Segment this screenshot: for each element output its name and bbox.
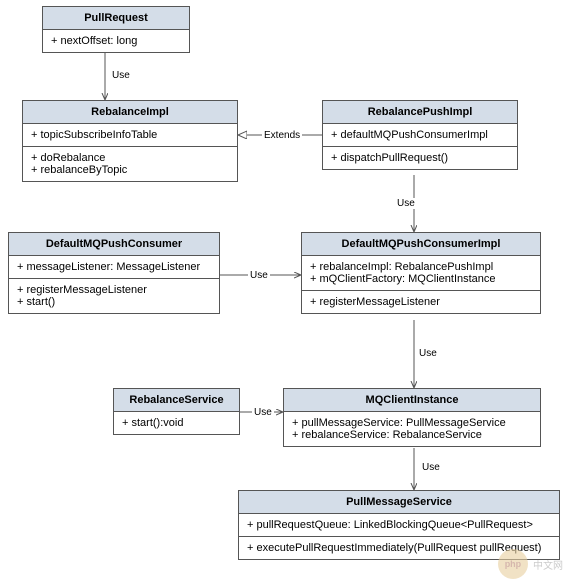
- class-defaultmqpushconsumerimpl: DefaultMQPushConsumerImpl + rebalanceImp…: [301, 232, 541, 314]
- class-name: RebalancePushImpl: [323, 101, 517, 124]
- class-attrs: + topicSubscribeInfoTable: [23, 124, 237, 147]
- class-name: PullRequest: [43, 7, 189, 30]
- rel-extends: Extends: [262, 130, 302, 141]
- rel-use: Use: [395, 198, 417, 209]
- rel-use: Use: [417, 348, 439, 359]
- class-name: RebalanceService: [114, 389, 239, 412]
- class-defaultmqpushconsumer: DefaultMQPushConsumer + messageListener:…: [8, 232, 220, 314]
- class-attrs: + messageListener: MessageListener: [9, 256, 219, 279]
- class-rebalanceimpl: RebalanceImpl + topicSubscribeInfoTable …: [22, 100, 238, 182]
- class-attrs: + defaultMQPushConsumerImpl: [323, 124, 517, 147]
- rel-use: Use: [420, 462, 442, 473]
- watermark-logo: php: [498, 549, 528, 579]
- class-rebalanceservice: RebalanceService + start():void: [113, 388, 240, 435]
- rel-use: Use: [252, 407, 274, 418]
- class-attrs: + nextOffset: long: [43, 30, 189, 52]
- class-name: DefaultMQPushConsumer: [9, 233, 219, 256]
- class-rebalancepushimpl: RebalancePushImpl + defaultMQPushConsume…: [322, 100, 518, 170]
- class-attrs: + rebalanceImpl: RebalancePushImpl + mQC…: [302, 256, 540, 291]
- class-name: DefaultMQPushConsumerImpl: [302, 233, 540, 256]
- class-name: MQClientInstance: [284, 389, 540, 412]
- class-methods: + dispatchPullRequest(): [323, 147, 517, 169]
- class-attrs: + pullRequestQueue: LinkedBlockingQueue<…: [239, 514, 559, 537]
- class-methods: + doRebalance + rebalanceByTopic: [23, 147, 237, 181]
- class-methods: + start():void: [114, 412, 239, 434]
- rel-use: Use: [110, 70, 132, 81]
- watermark-text: 中文网: [533, 561, 563, 572]
- class-attrs: + pullMessageService: PullMessageService…: [284, 412, 540, 446]
- class-name: PullMessageService: [239, 491, 559, 514]
- class-name: RebalanceImpl: [23, 101, 237, 124]
- class-methods: + registerMessageListener + start(): [9, 279, 219, 313]
- class-methods: + registerMessageListener: [302, 291, 540, 313]
- watermark: php 中文网: [498, 549, 563, 579]
- class-mqclientinstance: MQClientInstance + pullMessageService: P…: [283, 388, 541, 447]
- rel-use: Use: [248, 270, 270, 281]
- class-pullrequest: PullRequest + nextOffset: long: [42, 6, 190, 53]
